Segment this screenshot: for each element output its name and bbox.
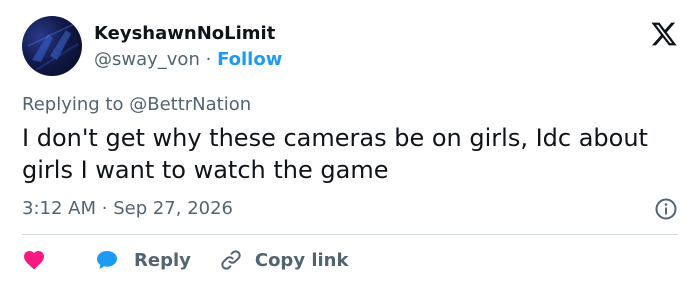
- copy-link-button[interactable]: Copy link: [219, 248, 349, 272]
- info-icon[interactable]: [654, 197, 678, 221]
- reply-bubble-icon: [97, 251, 117, 269]
- replying-to: Replying to @BettrNation: [22, 93, 251, 117]
- user-handle[interactable]: @sway_von: [94, 49, 200, 70]
- link-icon: [221, 250, 241, 270]
- tweet-date: Sep 27, 2026: [113, 198, 234, 219]
- heart-icon: [24, 251, 44, 270]
- avatar-image: [27, 23, 79, 71]
- timestamp-separator: ·: [101, 198, 108, 219]
- tweet-time: 3:12 AM: [22, 198, 96, 219]
- reply-label: Reply: [134, 249, 191, 271]
- handle-row: @sway_von · Follow: [94, 48, 282, 72]
- like-button[interactable]: [22, 248, 46, 272]
- action-bar: Reply Copy link: [22, 246, 348, 274]
- replying-prefix: Replying to: [22, 94, 124, 115]
- divider: [22, 234, 678, 235]
- separator-dot: ·: [205, 49, 212, 70]
- tweet-text: I don't get why these cameras be on girl…: [22, 124, 648, 184]
- replying-to-handle[interactable]: @BettrNation: [129, 94, 251, 115]
- x-logo-icon[interactable]: [650, 20, 678, 48]
- tweet-timestamp[interactable]: 3:12 AM · Sep 27, 2026: [22, 197, 233, 221]
- reply-button[interactable]: Reply: [94, 248, 191, 272]
- display-name[interactable]: KeyshawnNoLimit: [94, 22, 275, 46]
- copy-link-label: Copy link: [254, 249, 349, 271]
- avatar[interactable]: [22, 16, 82, 76]
- follow-button[interactable]: Follow: [217, 49, 282, 70]
